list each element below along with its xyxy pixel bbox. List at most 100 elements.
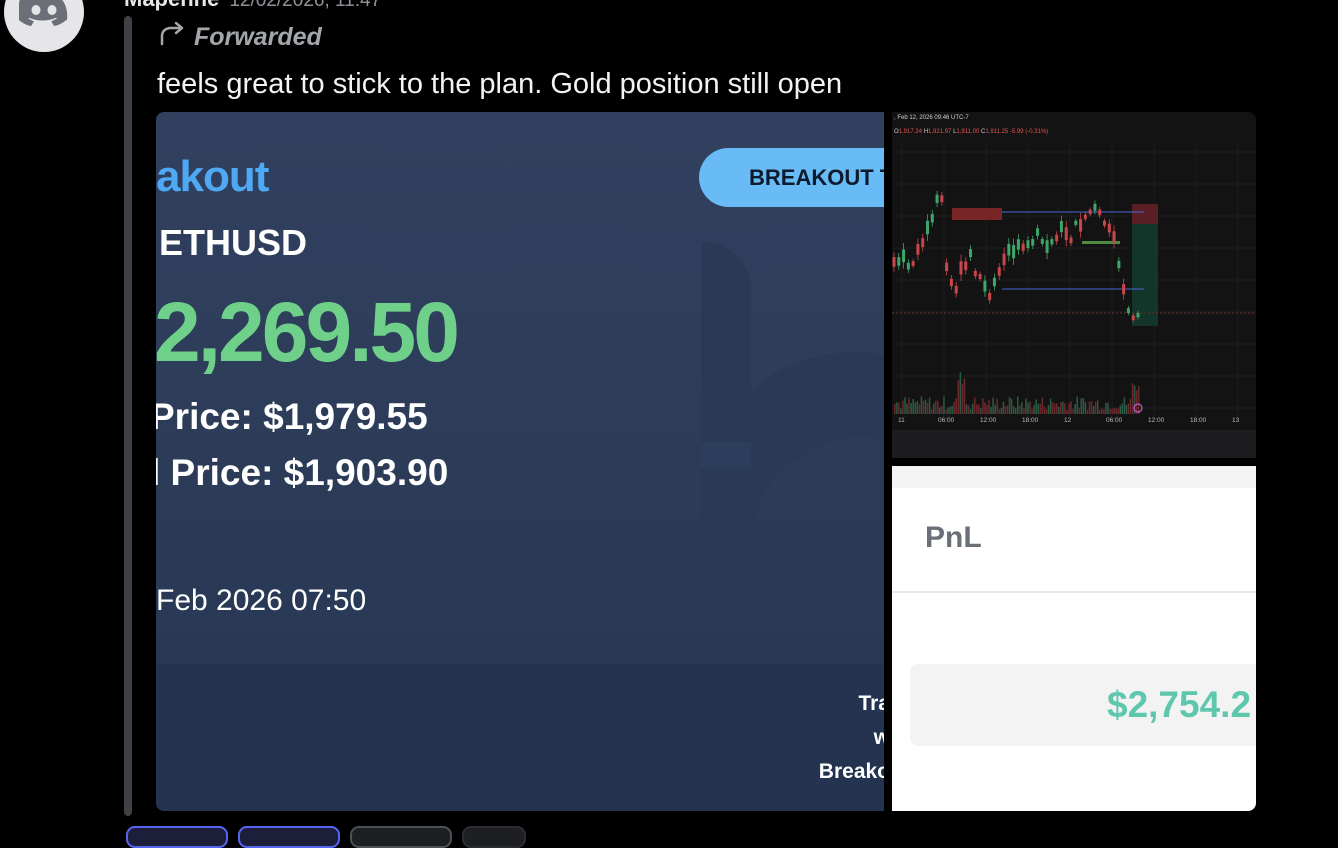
candle-body [1021,243,1025,251]
chart-image[interactable]: , Feb 12, 2026 09:46 UTC-7 O1,917.24 H1,… [892,112,1256,458]
candle-body [978,274,982,279]
volume-bar [941,405,943,414]
volume-bar [1060,402,1062,414]
volume-bar [1115,408,1117,414]
volume-bar [1121,403,1124,414]
x-axis-label: 11 [898,417,905,424]
footer-line-1: Tra [858,692,884,715]
watermark-logo [701,242,884,612]
candle-body [992,277,996,287]
volume-bar [1137,386,1140,414]
pnl-card-image[interactable]: PnL $2,754.2 [892,466,1256,811]
volume-bar [1000,408,1003,414]
chart-ohlc: O1,917.24 H1,921.97 L1,911.00 C1,911.25 … [894,129,1049,135]
entry-price: Price: $1,979.55 [156,396,428,437]
volume-bar [953,401,955,414]
candle-body [1074,220,1078,225]
candle-body [902,249,906,263]
volume-bar [922,400,925,414]
add-reaction-button[interactable] [462,826,526,848]
candle-body [1126,308,1130,313]
volume-bar [945,409,947,414]
volume-bar [900,408,902,414]
reaction-1[interactable] [126,826,228,848]
volume-bar [908,397,910,414]
volume-bar [1012,406,1015,414]
stop-zone [1132,204,1158,224]
x-axis-label: 18:00 [1022,417,1039,424]
volume-bar [1045,409,1048,414]
volume-bar [1006,405,1009,414]
volume-bar [1070,401,1072,414]
cta-label: BREAKOUT T [749,164,884,190]
reaction-3[interactable] [350,826,452,848]
volume-bar [1082,398,1085,414]
footer-line-2: w [873,726,884,749]
volume-bar [1076,396,1078,414]
forward-arrow-icon [158,21,186,53]
candle-body [997,267,1001,276]
volume-bar [957,380,960,414]
avatar[interactable] [4,0,84,52]
candle-body [1016,239,1020,250]
candle-body [1012,245,1016,259]
volume-bar [902,400,904,414]
candle-body [983,280,987,292]
volume-bar [965,404,968,414]
volume-bar [951,405,953,414]
x-axis-label: 12 [1064,417,1072,424]
volume-bar [1043,406,1046,414]
candle-body [916,243,920,255]
volume-bar [930,409,933,414]
volume-bar [932,403,935,414]
volume-bar [994,404,996,414]
volume-bar [918,403,921,414]
candle-body [964,261,968,271]
volume-bar [1123,397,1126,414]
volume-bar [1090,401,1093,414]
pnl-value: $2,754.2 [1107,684,1252,725]
forward-quote-bar [124,16,132,816]
volume-bar [1111,408,1113,414]
candle-body [892,257,896,267]
x-axis-label: 06:00 [1106,417,1123,424]
volume-bar [1035,399,1037,414]
volume-bar [1131,383,1134,414]
volume-bar [1092,405,1095,414]
volume-bar [1096,400,1099,414]
candle-body [1083,214,1087,220]
pnl-divider [892,591,1256,593]
volume-bar [1058,406,1060,414]
candle-body [911,261,915,266]
x-axis-label: 12:00 [1148,417,1165,424]
trade-card-image[interactable]: akout BREAKOUT T ETHUSD 2,269.50 Price: … [156,112,884,811]
chart-header: , Feb 12, 2026 09:46 UTC-7 [894,115,969,121]
volume-bar [967,405,970,414]
username[interactable]: Mapenne 12/02/2026, 11:47 [124,0,381,12]
username-text[interactable]: Mapenne [124,0,219,11]
volume-bar [1078,407,1080,414]
breakout-cta-button[interactable]: BREAKOUT T [699,148,884,207]
reaction-2[interactable] [238,826,340,848]
volume-bar [1125,404,1128,414]
volume-bar [1017,396,1019,414]
volume-bar [1135,390,1138,414]
volume-bar [898,402,900,414]
candle-body [1026,240,1030,249]
message-text: feels great to stick to the plan. Gold p… [157,68,843,100]
x-axis-label: 06:00 [938,417,955,424]
candle-body [906,262,910,270]
volume-bar [906,403,908,414]
candle-body [1098,209,1102,216]
volume-bar [1101,408,1103,414]
volume-bar [1041,397,1044,414]
footer-line-3: Breako [818,760,884,783]
candle-body [1007,243,1011,256]
volume-bar [1080,398,1083,414]
forwarded-text: Forwarded [194,23,322,51]
volume-bar [976,404,978,414]
volume-bar [1103,409,1105,414]
supply-zone [952,208,1002,220]
volume-bar [1113,407,1115,414]
volume-bar [1099,409,1101,414]
